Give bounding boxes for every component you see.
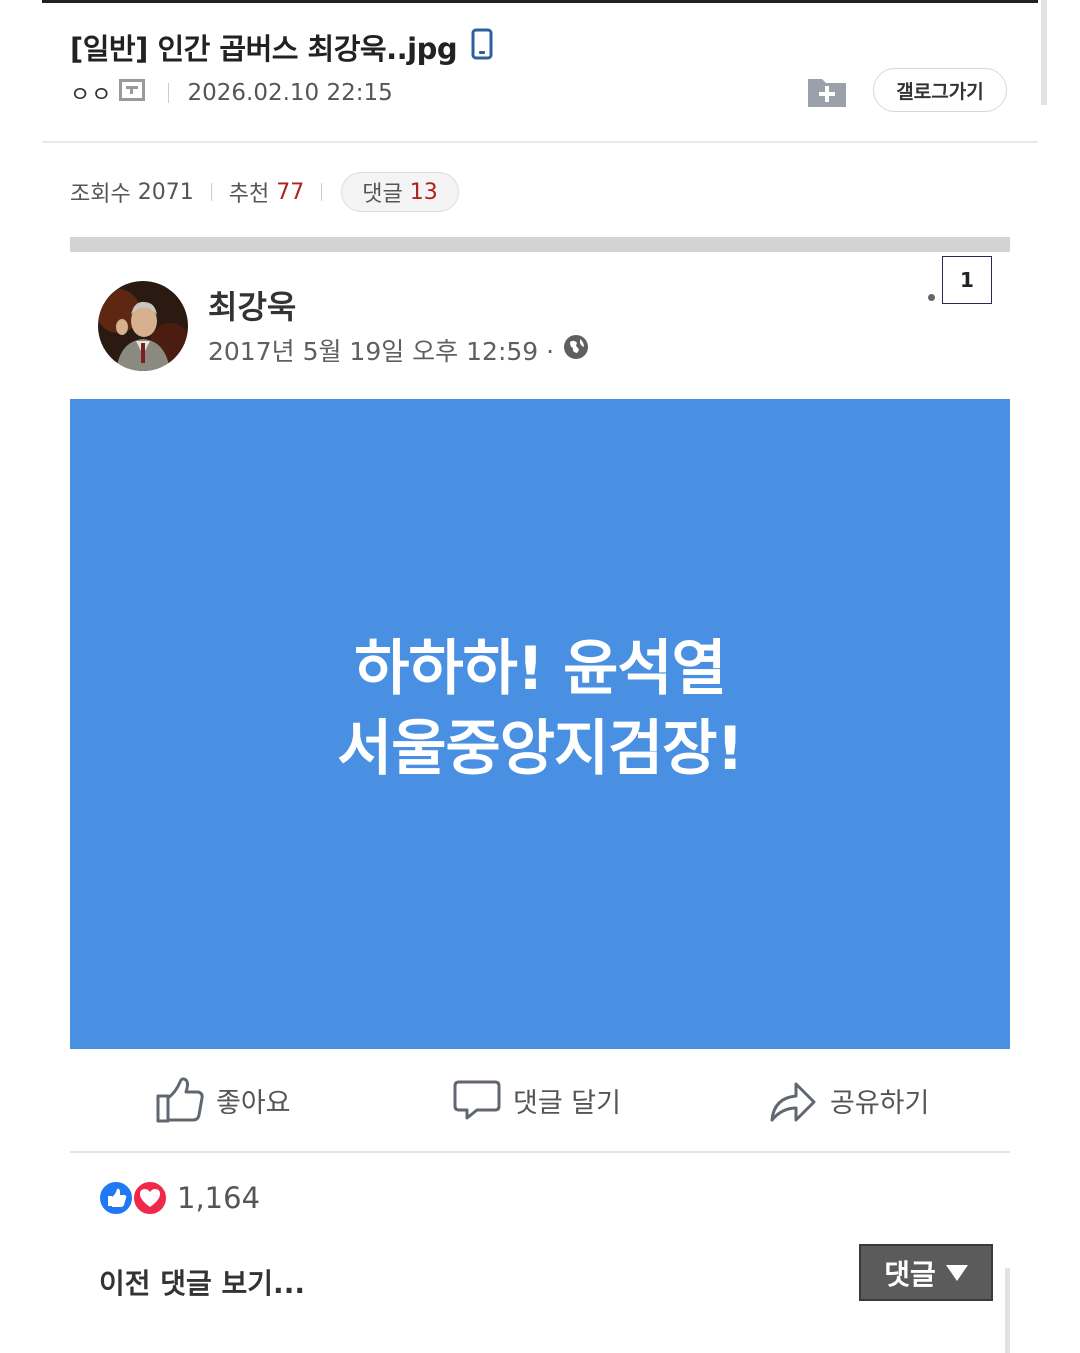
fb-divider [70, 1151, 1010, 1153]
share-arrow-icon [770, 1082, 816, 1122]
image-top-bar [70, 237, 1010, 252]
comment-jump-button[interactable]: 댓글 [859, 1244, 993, 1301]
reactions-count: 1,164 [177, 1181, 261, 1215]
card-text-line-1: 하하하! 윤석열 [354, 634, 726, 704]
header-divider [42, 141, 1038, 143]
add-folder-button[interactable] [806, 73, 848, 109]
post-meta: ㅇㅇ 2026.02.10 22:15 [70, 76, 393, 110]
fb-author-name[interactable]: 최강욱 [208, 282, 296, 328]
page-indicator: 1 [942, 256, 992, 304]
views-label: 조회수 [70, 182, 131, 207]
recommend-label: 추천 [228, 182, 270, 207]
comment-button[interactable]: 댓글 달기 [453, 1074, 621, 1126]
fb-post-date: 2017년 5월 19일 오후 12:59 · [208, 332, 590, 368]
scrollbar[interactable] [1041, 0, 1047, 105]
share-label: 공유하기 [830, 1087, 930, 1119]
stats-separator [321, 183, 323, 201]
heart-reaction-icon [132, 1180, 168, 1216]
top-rule [42, 0, 1038, 3]
comment-action-label: 댓글 달기 [513, 1087, 621, 1119]
avatar [98, 281, 188, 371]
fb-text-card: 하하하! 윤석열 서울중앙지검장! [70, 399, 1010, 1049]
triangle-down-icon [945, 1264, 968, 1281]
post-title-text: [일반] 인간 곱버스 최강욱..jpg [70, 32, 458, 66]
fb-date-text: 2017년 5월 19일 오후 12:59 · [208, 337, 555, 366]
thumbs-up-icon [156, 1077, 204, 1123]
like-button[interactable]: 좋아요 [154, 1074, 291, 1126]
comment-label: 댓글 [362, 182, 403, 207]
mobile-icon [471, 28, 493, 67]
comment-count: 13 [409, 179, 438, 205]
more-options-icon[interactable] [928, 294, 935, 301]
like-reaction-icon [98, 1180, 134, 1216]
nick-icon [118, 78, 146, 108]
meta-separator [168, 83, 170, 103]
post-stats: 조회수 2071 추천 77 댓글 13 [70, 172, 459, 212]
view-previous-comments-link[interactable]: 이전 댓글 보기... [99, 1262, 305, 1302]
scrollbar-lower [1005, 1268, 1010, 1353]
globe-icon [562, 333, 590, 367]
comment-count-button[interactable]: 댓글 13 [341, 172, 459, 212]
like-label: 좋아요 [216, 1087, 291, 1119]
gallog-button[interactable]: 갤로그가기 [873, 68, 1007, 112]
views-count: 2071 [137, 179, 194, 205]
comment-jump-label: 댓글 [884, 1257, 936, 1291]
share-button[interactable]: 공유하기 [768, 1074, 929, 1126]
card-text-line-2: 서울중앙지검장! [337, 714, 744, 784]
stats-separator [210, 183, 212, 201]
author-name[interactable]: ㅇㅇ [70, 77, 112, 109]
recommend-count: 77 [276, 179, 305, 205]
post-date: 2026.02.10 22:15 [187, 80, 393, 106]
speech-bubble-icon [453, 1080, 501, 1120]
reactions-summary[interactable]: 1,164 [97, 1178, 260, 1218]
post-title: [일반] 인간 곱버스 최강욱..jpg [70, 26, 493, 68]
